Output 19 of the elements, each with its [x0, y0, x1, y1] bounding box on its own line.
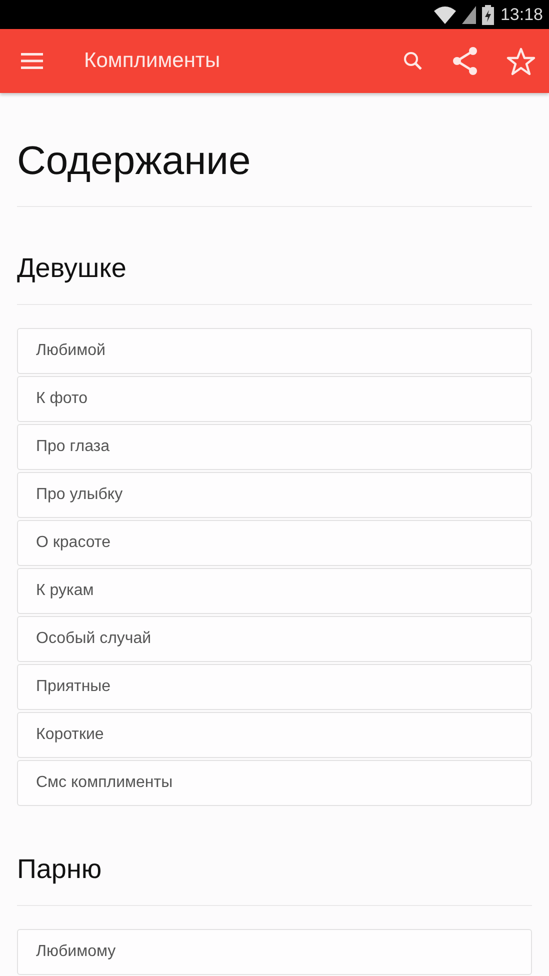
- list-item[interactable]: О красоте: [17, 520, 532, 566]
- list-item[interactable]: Любимой: [17, 328, 532, 374]
- signal-icon: [462, 6, 476, 24]
- list-item[interactable]: Про улыбку: [17, 472, 532, 518]
- status-time: 13:18: [500, 4, 543, 24]
- list-item[interactable]: Смс комплименты: [17, 760, 532, 806]
- app-title: Комплименты: [84, 49, 222, 73]
- page-title: Содержание: [17, 93, 532, 207]
- list-item[interactable]: Приятные: [17, 664, 532, 710]
- list-item[interactable]: Про глаза: [17, 424, 532, 470]
- wifi-icon: [434, 6, 456, 24]
- list-item[interactable]: К фото: [17, 376, 532, 422]
- section-heading: Девушке: [17, 207, 532, 305]
- list-item[interactable]: Любимому: [17, 929, 532, 975]
- list-item[interactable]: Особый случай: [17, 616, 532, 662]
- list-item[interactable]: Короткие: [17, 712, 532, 758]
- battery-icon: [482, 4, 494, 24]
- section-heading: Парню: [17, 808, 532, 906]
- list-item[interactable]: К рукам: [17, 568, 532, 614]
